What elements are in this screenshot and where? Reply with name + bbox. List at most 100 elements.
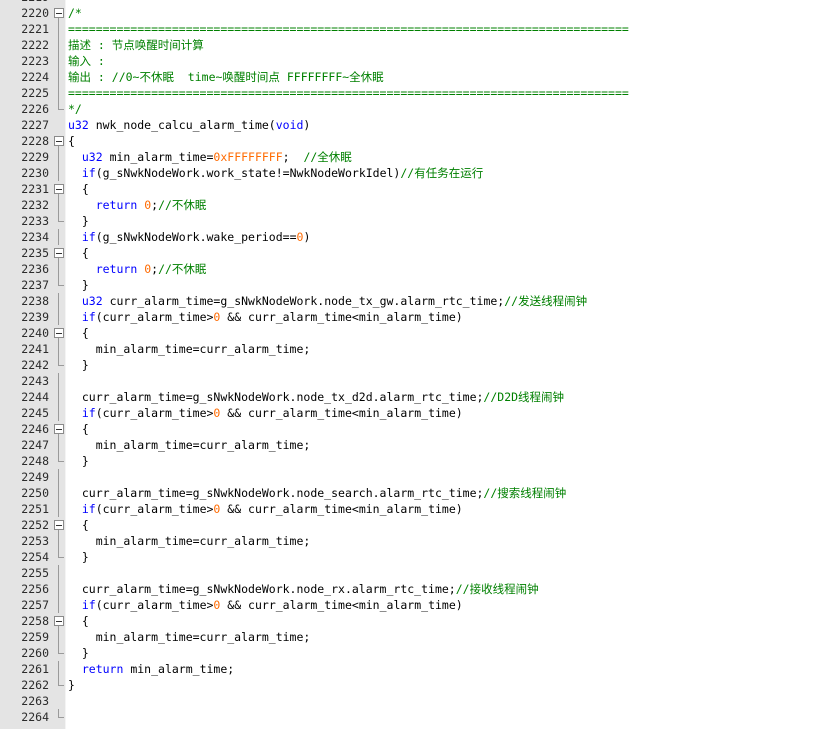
code-text[interactable]: curr_alarm_time=g_sNwkNodeWork.node_tx_d… — [68, 389, 564, 405]
code-token: { — [68, 326, 89, 340]
code-text[interactable]: { — [68, 325, 89, 341]
code-line[interactable]: 2264 — [0, 709, 814, 725]
code-text[interactable]: min_alarm_time=curr_alarm_time; — [68, 629, 311, 645]
code-line[interactable]: 2240 { — [0, 325, 814, 341]
code-text[interactable]: 输入 : — [68, 53, 105, 69]
code-line[interactable]: 2238 u32 curr_alarm_time=g_sNwkNodeWork.… — [0, 293, 814, 309]
code-text[interactable]: curr_alarm_time=g_sNwkNodeWork.node_rx.a… — [68, 581, 539, 597]
code-text[interactable]: u32 curr_alarm_time=g_sNwkNodeWork.node_… — [68, 293, 587, 309]
code-line[interactable]: 2236 return 0;//不休眠 — [0, 261, 814, 277]
code-text[interactable]: { — [68, 613, 89, 629]
code-line[interactable]: 2247 min_alarm_time=curr_alarm_time; — [0, 437, 814, 453]
code-editor[interactable]: 22192220/*2221==========================… — [0, 0, 814, 729]
code-line[interactable]: 2258 { — [0, 613, 814, 629]
code-line[interactable]: 2235 { — [0, 245, 814, 261]
line-number: 2226 — [21, 102, 49, 116]
code-line[interactable]: 2260 } — [0, 645, 814, 661]
code-line[interactable]: 2251 if(curr_alarm_time>0 && curr_alarm_… — [0, 501, 814, 517]
code-text[interactable]: if(curr_alarm_time>0 && curr_alarm_time<… — [68, 597, 463, 613]
code-line[interactable]: 2256 curr_alarm_time=g_sNwkNodeWork.node… — [0, 581, 814, 597]
fold-toggle-icon[interactable] — [52, 133, 65, 149]
code-text[interactable]: return min_alarm_time; — [68, 661, 234, 677]
code-line[interactable]: 2225 ====================================… — [0, 85, 814, 101]
code-text[interactable]: min_alarm_time=curr_alarm_time; — [68, 437, 311, 453]
code-text[interactable]: } — [68, 549, 89, 565]
code-text[interactable]: */ — [68, 101, 82, 117]
code-text[interactable]: 输出 : //0~不休眠 time~唤醒时间点 FFFFFFFF~全休眠 — [68, 69, 384, 85]
code-line[interactable]: 2229 u32 min_alarm_time=0xFFFFFFFF; //全休… — [0, 149, 814, 165]
code-text[interactable]: 描述 : 节点唤醒时间计算 — [68, 37, 204, 53]
code-text[interactable]: u32 nwk_node_calcu_alarm_time(void) — [68, 117, 310, 133]
code-text[interactable]: } — [68, 677, 75, 693]
code-line[interactable]: 2227 u32 nwk_node_calcu_alarm_time(void) — [0, 117, 814, 133]
code-line[interactable]: 2241 min_alarm_time=curr_alarm_time; — [0, 341, 814, 357]
code-text[interactable]: { — [68, 245, 89, 261]
comment-token: 输入 : — [68, 54, 105, 68]
code-text[interactable]: } — [68, 357, 89, 373]
code-text[interactable]: if(g_sNwkNodeWork.wake_period==0) — [68, 229, 311, 245]
fold-toggle-icon[interactable] — [52, 421, 65, 437]
code-line[interactable]: 2222 描述 : 节点唤醒时间计算 — [0, 37, 814, 53]
code-line[interactable]: 2223 输入 : — [0, 53, 814, 69]
code-line[interactable]: 2245 if(curr_alarm_time>0 && curr_alarm_… — [0, 405, 814, 421]
code-text[interactable]: { — [68, 133, 75, 149]
code-line[interactable]: 2232 return 0;//不休眠 — [0, 197, 814, 213]
code-text[interactable]: min_alarm_time=curr_alarm_time; — [68, 341, 311, 357]
code-text[interactable]: { — [68, 421, 89, 437]
code-text[interactable]: return 0;//不休眠 — [68, 197, 207, 213]
code-line[interactable]: 2242 } — [0, 357, 814, 373]
code-text[interactable]: { — [68, 517, 89, 533]
code-line[interactable]: 2226 */ — [0, 101, 814, 117]
code-line[interactable]: 2239 if(curr_alarm_time>0 && curr_alarm_… — [0, 309, 814, 325]
code-token: { — [68, 182, 89, 196]
code-line[interactable]: 2231 { — [0, 181, 814, 197]
code-line[interactable]: 2248 } — [0, 453, 814, 469]
code-text[interactable]: } — [68, 645, 89, 661]
code-line[interactable]: 2257 if(curr_alarm_time>0 && curr_alarm_… — [0, 597, 814, 613]
code-line[interactable]: 2249 — [0, 469, 814, 485]
code-line[interactable]: 2220 /* — [0, 5, 814, 21]
code-text[interactable]: if(curr_alarm_time>0 && curr_alarm_time<… — [68, 501, 463, 517]
fold-toggle-icon[interactable] — [52, 613, 65, 629]
code-line[interactable]: 2253 min_alarm_time=curr_alarm_time; — [0, 533, 814, 549]
code-line[interactable]: 2234 if(g_sNwkNodeWork.wake_period==0) — [0, 229, 814, 245]
code-text[interactable]: min_alarm_time=curr_alarm_time; — [68, 533, 311, 549]
code-line[interactable]: 2259 min_alarm_time=curr_alarm_time; — [0, 629, 814, 645]
code-text[interactable]: curr_alarm_time=g_sNwkNodeWork.node_sear… — [68, 485, 566, 501]
code-text[interactable]: { — [68, 181, 89, 197]
fold-toggle-icon[interactable] — [52, 181, 65, 197]
fold-toggle-icon[interactable] — [52, 325, 65, 341]
code-line[interactable]: 2244 curr_alarm_time=g_sNwkNodeWork.node… — [0, 389, 814, 405]
code-line[interactable]: 2246 { — [0, 421, 814, 437]
code-line[interactable]: 2263 — [0, 693, 814, 709]
code-text[interactable]: } — [68, 277, 89, 293]
code-text[interactable]: u32 min_alarm_time=0xFFFFFFFF; //全休眠 — [68, 149, 352, 165]
code-text[interactable]: return 0;//不休眠 — [68, 261, 207, 277]
code-line[interactable]: 2233 } — [0, 213, 814, 229]
code-line[interactable]: 2243 — [0, 373, 814, 389]
code-line[interactable]: 2252 { — [0, 517, 814, 533]
code-text[interactable]: } — [68, 453, 89, 469]
code-line[interactable]: 2255 — [0, 565, 814, 581]
fold-toggle-icon[interactable] — [52, 517, 65, 533]
code-line[interactable]: 2250 curr_alarm_time=g_sNwkNodeWork.node… — [0, 485, 814, 501]
code-text[interactable]: if(curr_alarm_time>0 && curr_alarm_time<… — [68, 309, 463, 325]
code-line[interactable]: 2228 { — [0, 133, 814, 149]
code-line[interactable]: 2230 if(g_sNwkNodeWork.work_state!=NwkNo… — [0, 165, 814, 181]
code-text[interactable]: if(curr_alarm_time>0 && curr_alarm_time<… — [68, 405, 463, 421]
fold-toggle-icon[interactable] — [52, 245, 65, 261]
code-text[interactable]: ========================================… — [68, 85, 629, 101]
code-line[interactable]: 2224 输出 : //0~不休眠 time~唤醒时间点 FFFFFFFF~全休眠 — [0, 69, 814, 85]
code-line[interactable]: 2237 } — [0, 277, 814, 293]
code-text[interactable]: } — [68, 213, 89, 229]
code-line[interactable]: 2261 return min_alarm_time; — [0, 661, 814, 677]
code-line[interactable]: 2254 } — [0, 549, 814, 565]
code-text[interactable]: if(g_sNwkNodeWork.work_state!=NwkNodeWor… — [68, 165, 483, 181]
code-text[interactable]: /* — [68, 5, 82, 21]
code-line[interactable]: 2262} — [0, 677, 814, 693]
code-text[interactable]: ========================================… — [68, 21, 629, 37]
code-line[interactable]: 2221 ====================================… — [0, 21, 814, 37]
code-lines[interactable]: 22192220/*2221==========================… — [0, 0, 814, 725]
code-token: && curr_alarm_time<min_alarm_time) — [220, 406, 463, 420]
fold-toggle-icon[interactable] — [52, 5, 65, 21]
